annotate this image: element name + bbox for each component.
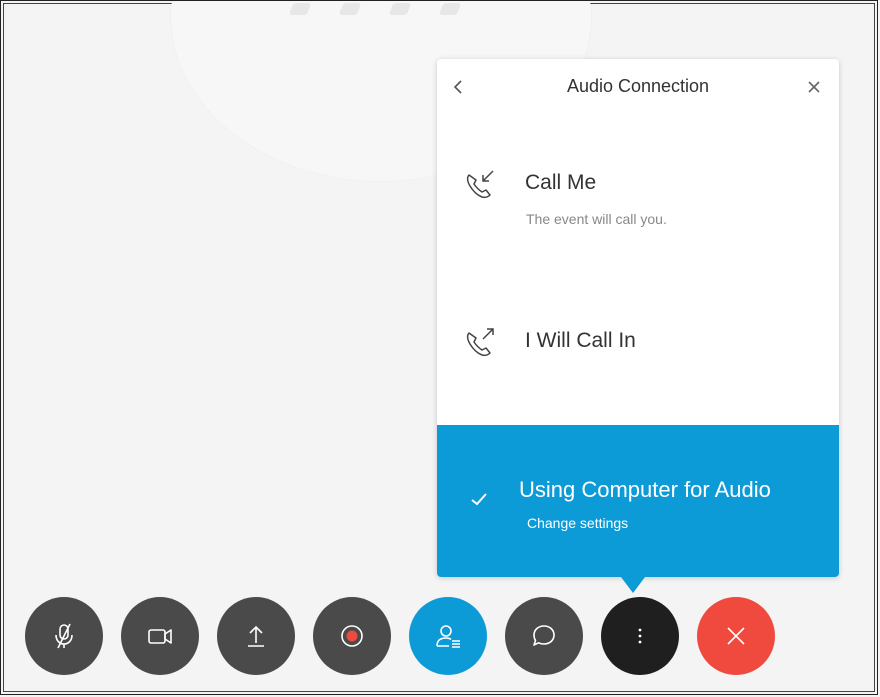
video-camera-icon bbox=[148, 629, 172, 644]
leave-meeting-button[interactable] bbox=[697, 597, 775, 675]
chat-button[interactable] bbox=[505, 597, 583, 675]
participants-icon bbox=[436, 625, 460, 648]
phone-incoming-icon bbox=[466, 170, 494, 199]
background-decoration bbox=[288, 3, 531, 23]
close-button[interactable] bbox=[803, 75, 825, 99]
more-options-button[interactable] bbox=[601, 597, 679, 675]
phone-outgoing-icon bbox=[466, 328, 494, 357]
video-button[interactable] bbox=[121, 597, 199, 675]
popover-title: Audio Connection bbox=[566, 76, 710, 96]
mute-button[interactable] bbox=[25, 597, 103, 675]
app-window: Audio Connection Call Me The event will … bbox=[0, 0, 878, 695]
upload-icon bbox=[248, 625, 264, 647]
record-button[interactable] bbox=[313, 597, 391, 675]
call-in-option[interactable]: I Will Call In bbox=[437, 299, 839, 379]
meeting-toolbar bbox=[25, 597, 785, 677]
checkmark-icon bbox=[471, 493, 487, 506]
close-icon bbox=[808, 81, 820, 93]
record-icon bbox=[341, 625, 363, 647]
participants-button[interactable] bbox=[409, 597, 487, 675]
change-settings-link[interactable]: Change settings bbox=[527, 515, 628, 531]
share-button[interactable] bbox=[217, 597, 295, 675]
more-vertical-icon bbox=[638, 628, 642, 644]
audio-connection-popover: Audio Connection Call Me The event will … bbox=[437, 59, 839, 593]
call-me-label: Call Me bbox=[525, 171, 597, 194]
call-in-label: I Will Call In bbox=[525, 329, 636, 352]
computer-audio-option[interactable]: Using Computer for Audio Change settings bbox=[437, 425, 839, 577]
call-me-option[interactable]: Call Me The event will call you. bbox=[437, 149, 839, 259]
popover-header: Audio Connection bbox=[437, 59, 839, 115]
chat-bubble-icon bbox=[533, 625, 555, 646]
computer-audio-label: Using Computer for Audio bbox=[519, 477, 771, 502]
microphone-muted-icon bbox=[55, 623, 73, 649]
popover-pointer bbox=[621, 577, 645, 593]
close-icon bbox=[727, 627, 745, 645]
call-me-subtitle: The event will call you. bbox=[526, 211, 667, 227]
